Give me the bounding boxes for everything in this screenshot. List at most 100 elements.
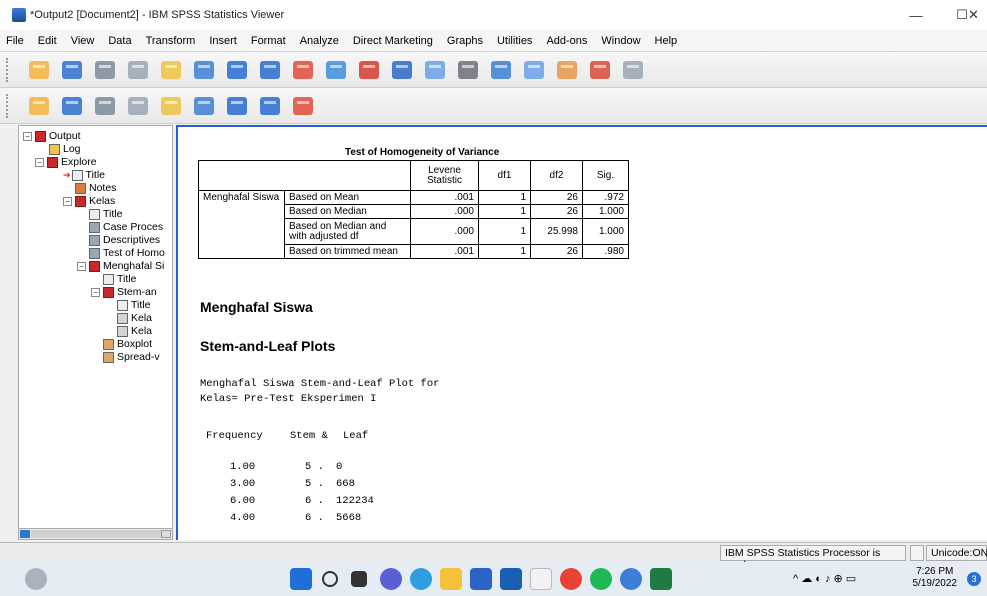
menu-view[interactable]: View [71, 35, 95, 47]
variables-icon[interactable] [356, 57, 382, 83]
menu-file[interactable]: File [6, 35, 24, 47]
collapse-icon[interactable] [125, 93, 151, 119]
collapse-icon[interactable]: − [63, 196, 72, 206]
scroll-right-icon[interactable] [161, 530, 171, 538]
redo-icon[interactable] [257, 57, 283, 83]
outline-kelas-plot-b[interactable]: Kela [117, 325, 152, 337]
tray-icons[interactable]: ^ ☁ ◐ ♪ ⊕ ▭ [793, 572, 856, 585]
clock[interactable]: 7:26 PM 5/19/2022 [913, 566, 958, 590]
scroll-thumb[interactable] [31, 530, 161, 538]
outline-kelas-plot-a[interactable]: Kela [117, 312, 152, 324]
insert-text-icon[interactable] [290, 93, 316, 119]
minimize-button[interactable]: — [893, 0, 939, 30]
outline-kelas[interactable]: − Kelas [63, 195, 115, 207]
menu-direct-marketing[interactable]: Direct Marketing [353, 35, 433, 47]
outline-menghafal-title[interactable]: Title [103, 273, 136, 285]
menu-insert[interactable]: Insert [209, 35, 237, 47]
pivot-table-icon[interactable] [587, 57, 613, 83]
outline-notes[interactable]: Notes [75, 182, 116, 194]
amazon-icon[interactable] [530, 568, 552, 590]
recall-dialog-icon[interactable] [191, 57, 217, 83]
toolbar-grip[interactable] [6, 58, 12, 82]
save-icon[interactable] [59, 57, 85, 83]
outline-horizontal-scrollbar[interactable] [18, 528, 173, 540]
collapse-icon[interactable]: − [23, 131, 32, 141]
chat-icon[interactable] [380, 568, 402, 590]
search-icon[interactable] [322, 571, 338, 587]
print-preview-icon[interactable] [125, 57, 151, 83]
outline-descriptives[interactable]: Descriptives [89, 234, 160, 246]
goto-data-icon[interactable] [290, 57, 316, 83]
task-view-icon[interactable] [351, 571, 367, 587]
cell-df2: 26 [530, 204, 583, 219]
file-explorer-icon[interactable] [440, 568, 462, 590]
show-icon[interactable] [158, 93, 184, 119]
outline-title[interactable]: ➔ Title [63, 169, 105, 181]
insert-title-icon[interactable] [257, 93, 283, 119]
cell-df1: 1 [478, 204, 531, 219]
menu-help[interactable]: Help [655, 35, 678, 47]
undo-icon[interactable] [224, 57, 250, 83]
hide-icon[interactable] [191, 93, 217, 119]
chrome-icon[interactable] [560, 568, 582, 590]
expand-icon[interactable] [92, 93, 118, 119]
plot-caption-line1: Menghafal Siswa Stem-and-Leaf Plot for [200, 378, 440, 390]
menu-graphs[interactable]: Graphs [447, 35, 483, 47]
collapse-icon[interactable]: − [77, 261, 86, 271]
close-button[interactable]: ✕ [968, 0, 987, 30]
outline-test-homogeneity[interactable]: Test of Homo [89, 247, 165, 259]
designate-window-icon[interactable] [455, 57, 481, 83]
menu-window[interactable]: Window [601, 35, 640, 47]
scroll-left-icon[interactable] [20, 530, 30, 538]
store-icon[interactable] [470, 568, 492, 590]
status-bar: IBM SPSS Statistics Processor is ready U… [0, 542, 987, 571]
spss-taskbar-icon[interactable] [620, 568, 642, 590]
edge-icon[interactable] [410, 568, 432, 590]
collapse-icon[interactable]: − [35, 157, 44, 167]
spotify-icon[interactable] [590, 568, 612, 590]
select-last-output-icon[interactable] [422, 57, 448, 83]
outline-log[interactable]: Log [49, 143, 81, 155]
homogeneity-table[interactable]: Levene Statistic df1 df2 Sig. Menghafal … [198, 160, 629, 259]
outline-boxplot[interactable]: Boxplot [103, 338, 152, 350]
outline-spread-vs-level[interactable]: Spread-v [103, 351, 160, 363]
menu-data[interactable]: Data [108, 35, 131, 47]
outline-case-processing[interactable]: Case Proces [89, 221, 163, 233]
windows-start-icon[interactable] [290, 568, 312, 590]
excel-icon[interactable] [650, 568, 672, 590]
export-icon[interactable] [158, 57, 184, 83]
menu-edit[interactable]: Edit [38, 35, 57, 47]
menu-format[interactable]: Format [251, 35, 286, 47]
menu-add-ons[interactable]: Add-ons [546, 35, 587, 47]
outline-output[interactable]: − Output [23, 130, 81, 142]
menu-analyze[interactable]: Analyze [300, 35, 339, 47]
menu-transform[interactable]: Transform [146, 35, 196, 47]
plot-row-leaf: 668 [336, 478, 355, 490]
mail-icon[interactable] [500, 568, 522, 590]
scripting-icon[interactable] [488, 57, 514, 83]
notification-badge[interactable]: 3 [967, 572, 981, 586]
disabled-icon[interactable] [620, 57, 646, 83]
outline-menghafal[interactable]: − Menghafal Si [77, 260, 164, 272]
title-icon [117, 299, 128, 311]
custom-dialog-icon[interactable] [521, 57, 547, 83]
outline-explore[interactable]: − Explore [35, 156, 97, 168]
open-icon[interactable] [26, 57, 52, 83]
outline-pane[interactable]: − Output Log − Explore ➔ Title Notes − Kelas… [18, 125, 173, 540]
toolbar-grip[interactable] [6, 94, 12, 118]
promote-icon[interactable] [26, 93, 52, 119]
collapse-icon[interactable]: − [91, 287, 100, 297]
print-icon[interactable] [92, 57, 118, 83]
goto-case-icon[interactable] [323, 57, 349, 83]
window-title: *Output2 [Document2] - IBM SPSS Statisti… [30, 9, 285, 21]
demote-icon[interactable] [59, 93, 85, 119]
outline-kelas-title[interactable]: Title [89, 208, 122, 220]
insert-heading-icon[interactable] [224, 93, 250, 119]
circle-app-icon[interactable] [25, 568, 47, 590]
outline-stem-title[interactable]: Title [117, 299, 150, 311]
book-icon [75, 195, 86, 207]
outline-stem-and-leaf[interactable]: − Stem-an [91, 286, 157, 298]
chart-builder-icon[interactable] [554, 57, 580, 83]
output-icon[interactable] [389, 57, 415, 83]
menu-utilities[interactable]: Utilities [497, 35, 532, 47]
